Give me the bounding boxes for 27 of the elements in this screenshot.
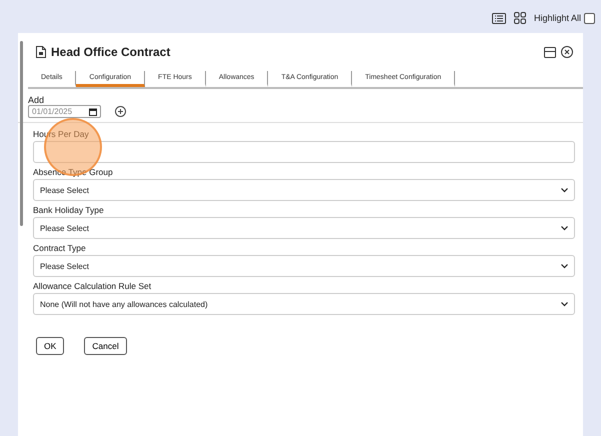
highlight-all-checkbox[interactable] xyxy=(584,12,595,24)
field-label: Bank Holiday Type xyxy=(33,205,105,215)
select-field[interactable]: None (Will not have any allowances calculated) xyxy=(33,293,575,315)
list-view-icon[interactable] xyxy=(492,12,506,24)
chevron-down-icon xyxy=(561,264,568,268)
dialog-button[interactable]: Cancel xyxy=(84,337,127,355)
scrollbar-thumb[interactable] xyxy=(20,41,23,226)
select-field[interactable]: Please Select xyxy=(33,255,575,277)
chevron-down-icon xyxy=(561,302,568,306)
close-icon[interactable] xyxy=(561,46,573,58)
field-label: Allowance Calculation Rule Set xyxy=(33,281,152,291)
highlight-all-label: Highlight All xyxy=(534,13,581,23)
window-icon[interactable] xyxy=(544,46,556,58)
add-label: Add xyxy=(28,95,46,105)
dialog-title: Head Office Contract xyxy=(51,45,172,59)
input-field[interactable] xyxy=(33,141,575,163)
chevron-down-icon xyxy=(561,188,568,192)
dialog-button[interactable]: OK xyxy=(36,337,64,355)
field-label: Contract Type xyxy=(33,243,87,253)
calendar-icon[interactable] xyxy=(89,108,97,116)
date-field[interactable]: 01/01/2025 xyxy=(28,105,101,118)
document-icon xyxy=(36,46,46,58)
select-field[interactable]: Please Select xyxy=(33,179,575,201)
select-field[interactable]: Please Select xyxy=(33,217,575,239)
chevron-down-icon xyxy=(561,226,568,230)
add-circle-icon[interactable] xyxy=(115,106,126,117)
grid-view-icon[interactable] xyxy=(514,12,526,24)
